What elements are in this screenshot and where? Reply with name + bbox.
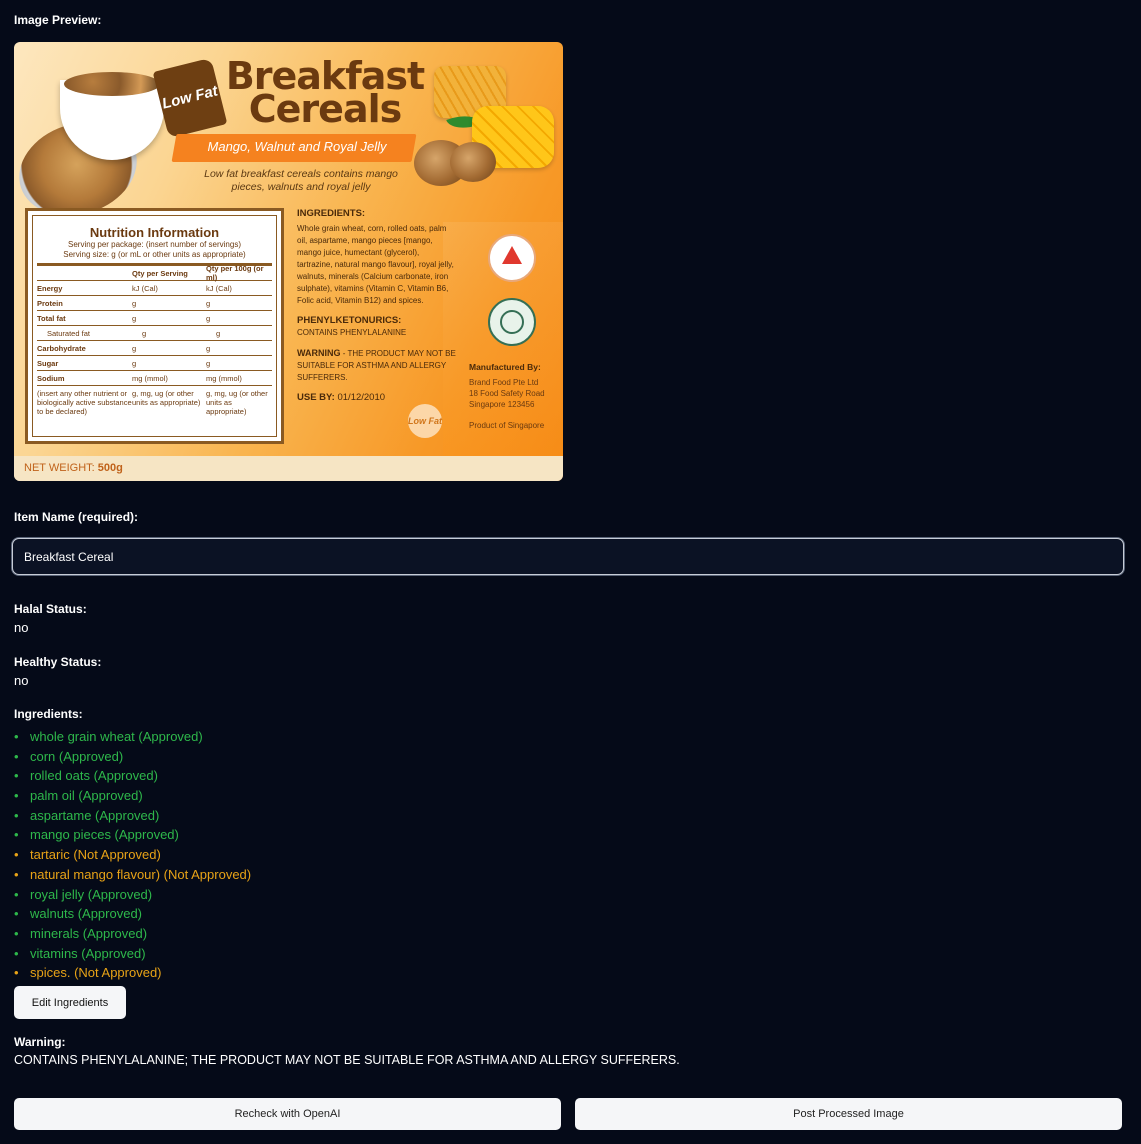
healthy-status-section: Healthy Status: no	[14, 655, 101, 688]
nutrition-row: Sugar g g	[37, 356, 272, 371]
label-warning: WARNING - THE PRODUCT MAY NOT BE SUITABL…	[297, 347, 457, 384]
nutrition-row: Carbohydrate g g	[37, 341, 272, 356]
ingredient-item: spices. (Not Approved)	[14, 963, 251, 983]
label-pku-heading: PHENYLKETONURICS:	[297, 315, 402, 326]
warning-section: Warning: CONTAINS PHENYLALANINE; THE PRO…	[14, 1035, 680, 1067]
product-label-image: Low Fat Breakfast Cereals Mango, Walnut …	[14, 42, 563, 481]
recheck-openai-button[interactable]: Recheck with OpenAI	[14, 1098, 561, 1130]
nutrition-serving-size: Serving size: g (or mL or other units as…	[63, 250, 246, 259]
nutrition-title: Nutrition Information	[89, 225, 220, 240]
low-fat-circle-badge: Low Fat	[408, 404, 442, 438]
nutrition-row: Sodium mg (mmol) mg (mmol)	[37, 371, 272, 386]
ingredients-list: whole grain wheat (Approved) corn (Appro…	[14, 727, 251, 983]
net-weight-bar: NET WEIGHT: 500g	[14, 456, 563, 481]
ingredient-item: palm oil (Approved)	[14, 786, 251, 806]
manufacturer-line: 18 Food Safety Road	[469, 389, 545, 398]
warning-value: CONTAINS PHENYLALANINE; THE PRODUCT MAY …	[14, 1053, 680, 1067]
nutrition-serving-per-package: Serving per package: (insert number of s…	[68, 240, 241, 249]
net-weight-label: NET WEIGHT:	[24, 462, 98, 474]
ingredient-item: walnuts (Approved)	[14, 904, 251, 924]
manufacturer-line: Brand Food Pte Ltd	[469, 378, 539, 387]
manufacturer-heading: Manufactured By:	[469, 362, 541, 372]
healthier-choice-logo-icon	[488, 234, 536, 282]
manufacturer-info: Manufactured By: Brand Food Pte Ltd 18 F…	[469, 362, 563, 431]
halal-certification-logo-icon	[488, 298, 536, 346]
ingredient-item: royal jelly (Approved)	[14, 885, 251, 905]
label-warning-heading: WARNING	[297, 348, 341, 358]
item-name-label: Item Name (required):	[14, 510, 139, 524]
ingredients-section: Ingredients: whole grain wheat (Approved…	[14, 707, 251, 983]
nutrition-col-100g: Qty per 100g (or ml)	[206, 264, 264, 282]
halal-status-label: Halal Status:	[14, 602, 87, 616]
halal-status-value: no	[14, 620, 29, 635]
label-pku-text: CONTAINS PHENYLALANINE	[297, 328, 407, 337]
ingredient-item: whole grain wheat (Approved)	[14, 727, 251, 747]
healthy-status-label: Healthy Status:	[14, 655, 102, 669]
nutrition-col-serving: Qty per Serving	[132, 268, 188, 278]
low-fat-badge: Low Fat	[152, 57, 228, 139]
ingredient-item: natural mango flavour) (Not Approved)	[14, 865, 251, 885]
product-title-line2: Cereals	[248, 87, 402, 131]
product-subtitle: Mango, Walnut and Royal Jelly	[207, 139, 387, 154]
ingredient-item: tartaric (Not Approved)	[14, 845, 251, 865]
nutrition-row: Total fat g g	[37, 311, 272, 326]
label-use-by-date: 01/12/2010	[334, 392, 386, 403]
label-ingredients-text: Whole grain wheat, corn, rolled oats, pa…	[297, 224, 454, 305]
net-weight-value: 500g	[97, 462, 123, 474]
product-tagline: Low fat breakfast cereals contains mango…	[204, 168, 398, 193]
ingredient-item: vitamins (Approved)	[14, 944, 251, 964]
label-use-by: USE BY: 01/12/2010	[297, 392, 457, 404]
ingredient-item: rolled oats (Approved)	[14, 766, 251, 786]
label-ingredients-heading: INGREDIENTS:	[297, 208, 366, 219]
nutrition-panel: Nutrition Information Serving per packag…	[25, 208, 284, 444]
walnut-image	[450, 142, 496, 182]
edit-ingredients-button[interactable]: Edit Ingredients	[14, 986, 126, 1019]
healthy-status-value: no	[14, 673, 29, 688]
ingredients-label: Ingredients:	[14, 707, 83, 721]
label-use-by-heading: USE BY:	[297, 392, 335, 403]
nutrition-footnote: (insert any other nutrient or biological…	[37, 389, 268, 416]
cereal-fill-image	[64, 72, 160, 96]
halal-status-section: Halal Status: no	[14, 602, 87, 635]
nutrition-row: Saturated fat g g	[37, 326, 272, 341]
ingredient-item: corn (Approved)	[14, 747, 251, 767]
manufacturer-line: Singapore 123456	[469, 400, 535, 409]
ingredient-item: mango pieces (Approved)	[14, 825, 251, 845]
post-processed-image-button[interactable]: Post Processed Image	[575, 1098, 1122, 1130]
item-name-input[interactable]	[12, 538, 1124, 575]
product-origin: Product of Singapore	[469, 421, 545, 430]
warning-label: Warning:	[14, 1035, 66, 1049]
image-preview-label: Image Preview:	[14, 13, 102, 27]
ingredient-item: aspartame (Approved)	[14, 806, 251, 826]
nutrition-row: Energy kJ (Cal) kJ (Cal)	[37, 281, 272, 296]
nutrition-row: Protein g g	[37, 296, 272, 311]
ingredient-item: minerals (Approved)	[14, 924, 251, 944]
label-text-column: INGREDIENTS: Whole grain wheat, corn, ro…	[297, 208, 457, 404]
nutrition-header-row: Qty per Serving Qty per 100g (or ml)	[37, 264, 272, 282]
product-title: Breakfast Cereals	[220, 57, 430, 131]
